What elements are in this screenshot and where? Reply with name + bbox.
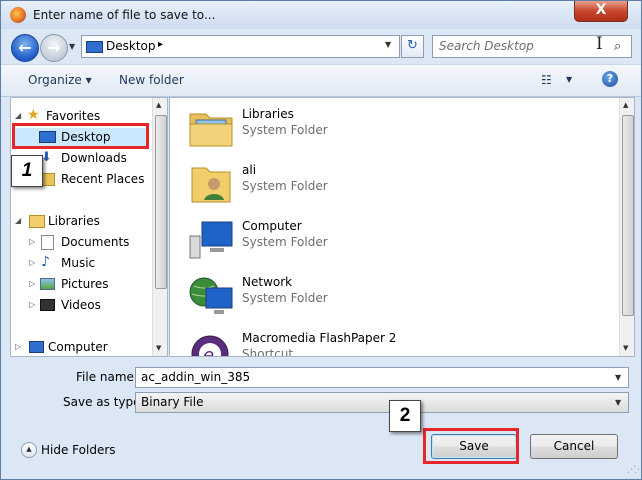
list-item[interactable]: e Macromedia FlashPaper 2 Shortcut <box>188 326 608 357</box>
desktop-icon <box>39 131 56 143</box>
expand-arrow-icon[interactable]: ▷ <box>29 300 35 309</box>
command-toolbar: Organize ▾ New folder ☷ ▼ ? <box>1 64 641 97</box>
save-type-select[interactable]: Binary File ▼ <box>135 392 629 413</box>
organize-menu[interactable]: Organize ▾ <box>28 73 92 87</box>
help-icon[interactable]: ? <box>602 71 618 87</box>
address-bar[interactable]: Desktop ▸ ▼ <box>81 35 400 58</box>
network-icon <box>188 274 234 316</box>
save-type-value: Binary File <box>141 395 204 409</box>
computer-icon <box>188 218 234 260</box>
sidebar-item-videos[interactable]: ▷ Videos <box>15 296 149 314</box>
pictures-icon <box>40 278 55 290</box>
list-item[interactable]: ali System Folder <box>188 158 608 210</box>
sidebar-group-computer[interactable]: ▷ Computer <box>15 338 149 356</box>
sidebar-item-pictures[interactable]: ▷ Pictures <box>15 275 149 293</box>
address-chevron-icon[interactable]: ▸ <box>158 39 163 50</box>
scroll-up-icon[interactable]: ▲ <box>623 101 628 109</box>
save-type-label: Save as type: <box>63 395 145 409</box>
file-name-label: File name: <box>76 370 138 384</box>
file-list-scrollbar[interactable]: ▲ ▼ <box>619 98 634 356</box>
history-dropdown-icon[interactable]: ▼ <box>69 42 75 51</box>
cancel-button[interactable]: Cancel <box>530 434 618 459</box>
libraries-icon <box>29 215 45 228</box>
file-name-input[interactable] <box>136 368 611 385</box>
change-view-icon[interactable]: ☷ <box>541 73 552 87</box>
scroll-thumb[interactable] <box>622 115 634 316</box>
new-folder-button[interactable]: New folder <box>119 73 184 87</box>
chevron-down-icon[interactable]: ▼ <box>615 398 621 407</box>
navigation-pane: ◢ ★ Favorites Desktop ⬇ Downloads Recent… <box>10 97 168 357</box>
music-icon: ♪ <box>41 254 50 270</box>
address-location[interactable]: Desktop <box>106 39 156 53</box>
sidebar-scrollbar[interactable]: ▲ ▼ <box>152 98 167 356</box>
expand-arrow-icon[interactable]: ◢ <box>15 216 21 225</box>
list-item[interactable]: Network System Folder <box>188 270 608 322</box>
expand-arrow-icon[interactable]: ◢ <box>15 111 21 120</box>
refresh-button[interactable]: ↻ <box>401 35 424 58</box>
window-title: Enter name of file to save to... <box>33 8 216 22</box>
text-cursor-icon: I <box>596 34 603 54</box>
list-item[interactable]: Computer System Folder <box>188 214 608 266</box>
expand-arrow-icon[interactable]: ▷ <box>29 237 35 246</box>
scroll-thumb[interactable] <box>155 115 167 289</box>
user-folder-icon <box>188 162 234 204</box>
chevron-down-icon[interactable]: ▼ <box>615 373 621 382</box>
scroll-down-icon[interactable]: ▼ <box>156 344 161 352</box>
scroll-up-icon[interactable]: ▲ <box>156 101 161 109</box>
star-icon: ★ <box>27 107 40 123</box>
address-dropdown-icon[interactable]: ▼ <box>385 40 391 49</box>
step-badge-2: 2 <box>389 400 421 432</box>
scroll-down-icon[interactable]: ▼ <box>623 344 628 352</box>
expand-arrow-icon[interactable]: ▷ <box>29 258 35 267</box>
file-list: Libraries System Folder ali System Folde… <box>169 97 635 357</box>
search-icon[interactable]: ⌕ <box>614 39 621 54</box>
sidebar-item-documents[interactable]: ▷ Documents <box>15 233 149 251</box>
chevron-up-icon[interactable]: ▲ <box>21 442 37 458</box>
flashpaper-icon: e <box>188 330 234 357</box>
libraries-icon <box>188 106 234 148</box>
desktop-icon <box>86 41 103 53</box>
navigation-bar: ← → ▼ Desktop ▸ ▼ ↻ ⌕ <box>1 29 641 63</box>
step-badge-1: 1 <box>11 155 43 187</box>
resize-grip-icon[interactable]: ⋰⋰ <box>627 465 641 475</box>
documents-icon <box>41 235 54 250</box>
save-button[interactable]: Save <box>431 434 517 459</box>
close-button[interactable]: X <box>574 1 628 22</box>
sidebar-item-music[interactable]: ▷ ♪ Music <box>15 254 149 272</box>
sidebar-group-libraries[interactable]: ◢ Libraries <box>15 212 145 230</box>
forward-button[interactable]: → <box>40 34 68 62</box>
videos-icon <box>40 299 55 311</box>
save-file-dialog: Enter name of file to save to... X ← → ▼… <box>0 0 642 480</box>
sidebar-item-desktop[interactable]: Desktop <box>15 128 149 146</box>
title-bar[interactable]: Enter name of file to save to... X <box>1 1 641 29</box>
search-input[interactable] <box>433 36 609 55</box>
back-button[interactable]: ← <box>11 34 39 62</box>
computer-icon <box>29 341 44 353</box>
firefox-icon <box>10 7 26 23</box>
svg-text:e: e <box>203 345 214 357</box>
sidebar-group-favorites[interactable]: ◢ ★ Favorites <box>15 107 145 125</box>
list-item[interactable]: Libraries System Folder <box>188 102 608 154</box>
view-dropdown-icon[interactable]: ▼ <box>566 75 572 84</box>
expand-arrow-icon[interactable]: ▷ <box>15 342 21 351</box>
expand-arrow-icon[interactable]: ▷ <box>29 279 35 288</box>
file-name-combobox[interactable]: ▼ <box>135 367 629 388</box>
